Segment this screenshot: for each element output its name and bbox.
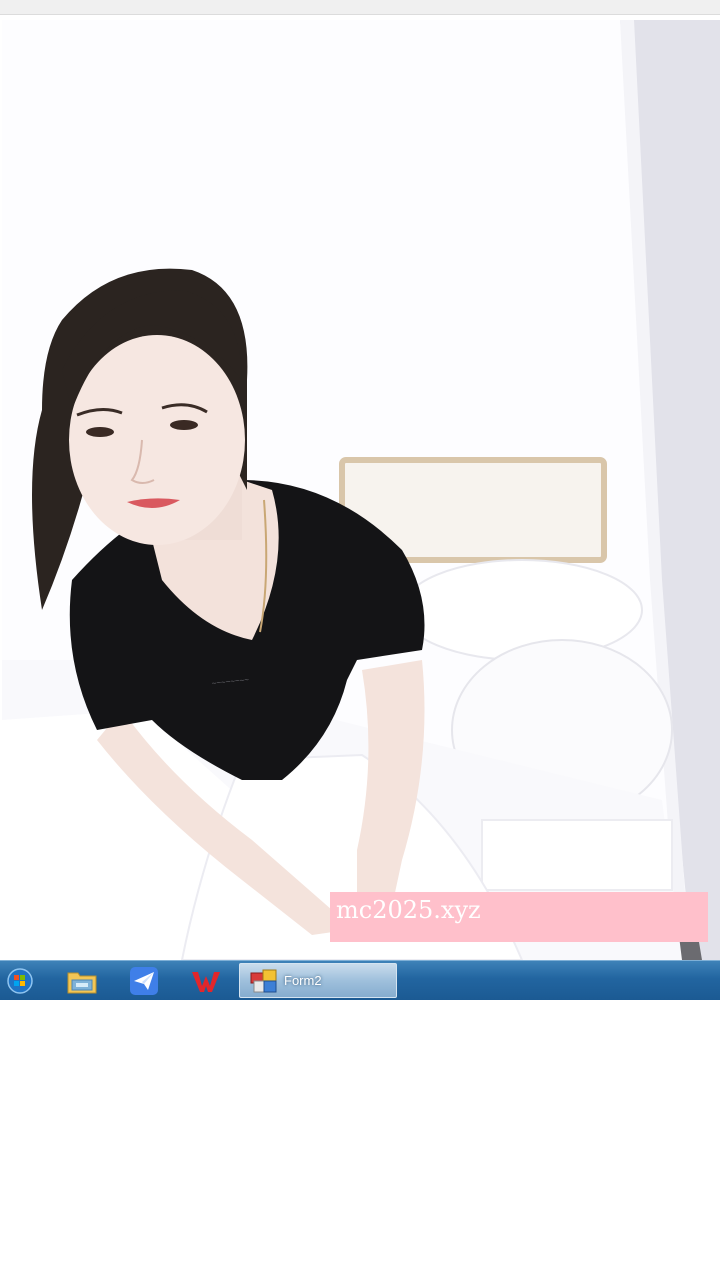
wps-office-icon[interactable]: [188, 965, 224, 997]
windows-start-icon[interactable]: [2, 965, 38, 997]
photo-viewer-image: ~~~~~~~~ mc2025.xyz: [2, 20, 720, 960]
windows-form-app-icon: [250, 969, 277, 992]
photo-illustration: ~~~~~~~~: [2, 20, 720, 960]
watermark-label: mc2025.xyz: [330, 892, 708, 942]
file-explorer-icon[interactable]: [64, 965, 100, 997]
taskbar-window-form2[interactable]: Form2: [239, 963, 397, 998]
paper-plane-app-icon[interactable]: [126, 965, 162, 997]
taskbar-window-label: Form2: [284, 973, 322, 988]
taskbar: Form2: [0, 960, 720, 1000]
window-title-bar: [0, 0, 720, 15]
